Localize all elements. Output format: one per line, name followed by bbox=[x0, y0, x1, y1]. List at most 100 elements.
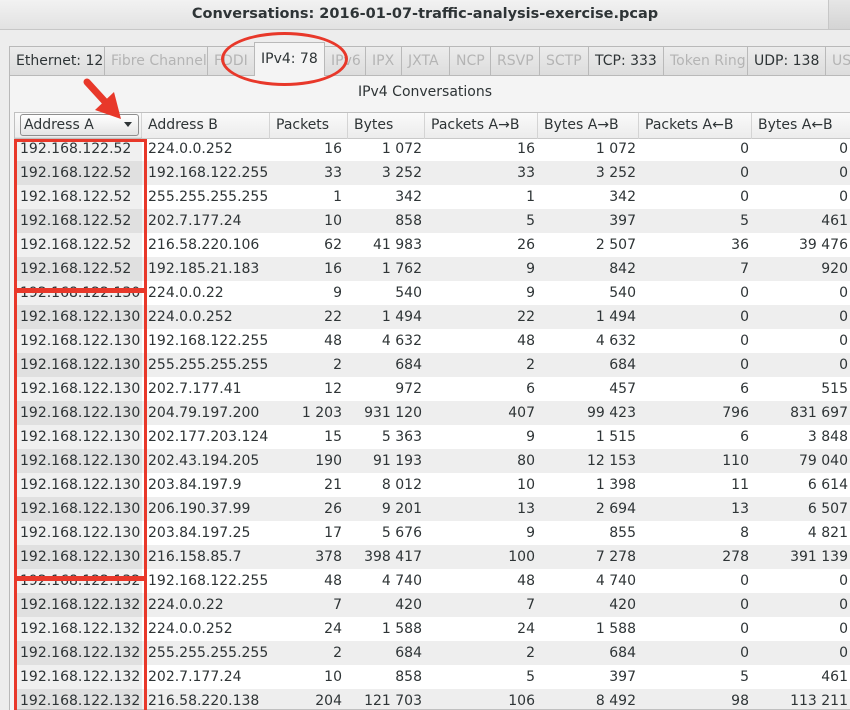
cell-bytes-a-to-b: 7 278 bbox=[595, 549, 636, 565]
cell-packets-b-to-a: 0 bbox=[740, 285, 749, 301]
cell-packets-a-to-b: 13 bbox=[517, 501, 535, 517]
cell-packets: 190 bbox=[315, 453, 342, 469]
cell-packets-b-to-a: 0 bbox=[740, 357, 749, 373]
cell-bytes: 420 bbox=[395, 597, 422, 613]
cell-bytes-a-to-b: 1 398 bbox=[595, 477, 636, 493]
cell-packets-a-to-b: 106 bbox=[508, 693, 535, 709]
cell-address-b: 224.0.0.252 bbox=[148, 309, 233, 325]
cell-packets-a-to-b: 7 bbox=[526, 597, 535, 613]
tab-token-ring: Token Ring bbox=[663, 46, 748, 76]
cell-bytes: 1 494 bbox=[381, 309, 422, 325]
cell-bytes: 540 bbox=[395, 285, 422, 301]
cell-packets-a-to-b: 6 bbox=[526, 381, 535, 397]
cell-bytes-b-to-a: 920 bbox=[821, 261, 848, 277]
cell-address-b: 255.255.255.255 bbox=[148, 189, 269, 205]
cell-packets: 62 bbox=[324, 237, 342, 253]
cell-packets-b-to-a: 0 bbox=[740, 141, 749, 157]
cell-packets-b-to-a: 36 bbox=[731, 237, 749, 253]
cell-address-b: 216.58.220.138 bbox=[148, 693, 260, 709]
cell-packets-a-to-b: 48 bbox=[517, 333, 535, 349]
cell-bytes: 684 bbox=[395, 357, 422, 373]
cell-bytes-b-to-a: 0 bbox=[839, 573, 848, 589]
cell-bytes-a-to-b: 4 632 bbox=[595, 333, 636, 349]
cell-address-b: 192.168.122.255 bbox=[148, 165, 269, 181]
cell-bytes-b-to-a: 0 bbox=[839, 597, 848, 613]
annotation-box-host-52 bbox=[14, 139, 147, 291]
cell-packets: 22 bbox=[324, 309, 342, 325]
protocol-tabbar: Ethernet: 12 Fibre Channel FDDI IPv4: 78… bbox=[0, 42, 850, 76]
tab-udp[interactable]: UDP: 138 bbox=[747, 46, 826, 76]
cell-packets-a-to-b: 5 bbox=[526, 213, 535, 229]
cell-bytes-a-to-b: 397 bbox=[609, 213, 636, 229]
cell-bytes-b-to-a: 0 bbox=[839, 333, 848, 349]
cell-bytes: 342 bbox=[395, 189, 422, 205]
cell-packets-a-to-b: 22 bbox=[517, 309, 535, 325]
cell-packets: 15 bbox=[324, 429, 342, 445]
column-header-address-b[interactable]: Address B bbox=[142, 113, 270, 139]
tab-rsvp: RSVP bbox=[490, 46, 540, 76]
cell-bytes-b-to-a: 0 bbox=[839, 357, 848, 373]
cell-packets-b-to-a: 0 bbox=[740, 645, 749, 661]
cell-address-b: 255.255.255.255 bbox=[148, 645, 269, 661]
cell-packets-b-to-a: 11 bbox=[731, 477, 749, 493]
cell-packets: 378 bbox=[315, 549, 342, 565]
cell-packets-a-to-b: 80 bbox=[517, 453, 535, 469]
cell-packets-b-to-a: 278 bbox=[722, 549, 749, 565]
cell-bytes: 398 417 bbox=[364, 549, 422, 565]
cell-bytes-a-to-b: 842 bbox=[609, 261, 636, 277]
cell-bytes-b-to-a: 79 040 bbox=[799, 453, 848, 469]
cell-packets-b-to-a: 0 bbox=[740, 309, 749, 325]
cell-address-b: 203.84.197.25 bbox=[148, 525, 251, 541]
cell-packets-b-to-a: 98 bbox=[731, 693, 749, 709]
cell-bytes: 91 193 bbox=[373, 453, 422, 469]
cell-bytes-a-to-b: 1 494 bbox=[595, 309, 636, 325]
cell-packets-b-to-a: 13 bbox=[731, 501, 749, 517]
cell-packets-a-to-b: 9 bbox=[526, 261, 535, 277]
cell-bytes-a-to-b: 540 bbox=[609, 285, 636, 301]
column-header-packets-b-to-a[interactable]: Packets A←B bbox=[639, 113, 752, 139]
cell-bytes-a-to-b: 684 bbox=[609, 357, 636, 373]
window-control-button[interactable] bbox=[828, 0, 850, 29]
cell-packets-b-to-a: 110 bbox=[722, 453, 749, 469]
cell-packets-b-to-a: 6 bbox=[740, 381, 749, 397]
cell-address-b: 204.79.197.200 bbox=[148, 405, 260, 421]
table-header: Address A Address B Packets Bytes Packet… bbox=[15, 113, 850, 139]
cell-bytes-b-to-a: 831 697 bbox=[790, 405, 848, 421]
tab-sctp: SCTP bbox=[539, 46, 589, 76]
column-header-packets-a-to-b[interactable]: Packets A→B bbox=[425, 113, 538, 139]
window-title: Conversations: 2016-01-07-traffic-analys… bbox=[191, 6, 659, 22]
tab-ethernet[interactable]: Ethernet: 12 bbox=[9, 46, 105, 76]
cell-packets-a-to-b: 24 bbox=[517, 621, 535, 637]
cell-packets-a-to-b: 9 bbox=[526, 525, 535, 541]
cell-bytes-b-to-a: 0 bbox=[839, 621, 848, 637]
cell-packets: 2 bbox=[333, 645, 342, 661]
cell-packets: 204 bbox=[315, 693, 342, 709]
cell-packets-a-to-b: 2 bbox=[526, 645, 535, 661]
cell-bytes-b-to-a: 4 821 bbox=[807, 525, 848, 541]
cell-bytes-a-to-b: 1 588 bbox=[595, 621, 636, 637]
cell-packets-a-to-b: 100 bbox=[508, 549, 535, 565]
cell-packets-b-to-a: 0 bbox=[740, 165, 749, 181]
column-header-bytes-b-to-a[interactable]: Bytes A←B bbox=[752, 113, 850, 139]
column-header-packets[interactable]: Packets bbox=[270, 113, 348, 139]
cell-bytes-b-to-a: 113 211 bbox=[790, 693, 848, 709]
tab-tcp[interactable]: TCP: 333 bbox=[588, 46, 664, 76]
cell-bytes-b-to-a: 0 bbox=[839, 141, 848, 157]
cell-bytes-a-to-b: 1 072 bbox=[595, 141, 636, 157]
cell-bytes-b-to-a: 0 bbox=[839, 645, 848, 661]
cell-bytes-b-to-a: 0 bbox=[839, 285, 848, 301]
cell-packets: 33 bbox=[324, 165, 342, 181]
cell-packets: 24 bbox=[324, 621, 342, 637]
annotation-box-host-132 bbox=[14, 578, 147, 710]
cell-packets-a-to-b: 10 bbox=[517, 477, 535, 493]
cell-packets-a-to-b: 33 bbox=[517, 165, 535, 181]
cell-bytes-a-to-b: 1 515 bbox=[595, 429, 636, 445]
cell-packets: 21 bbox=[324, 477, 342, 493]
column-header-bytes[interactable]: Bytes bbox=[348, 113, 425, 139]
column-header-bytes-a-to-b[interactable]: Bytes A→B bbox=[538, 113, 639, 139]
cell-packets: 48 bbox=[324, 333, 342, 349]
cell-packets-b-to-a: 0 bbox=[740, 189, 749, 205]
cell-address-b: 202.7.177.41 bbox=[148, 381, 242, 397]
cell-packets-b-to-a: 8 bbox=[740, 525, 749, 541]
cell-packets: 2 bbox=[333, 357, 342, 373]
